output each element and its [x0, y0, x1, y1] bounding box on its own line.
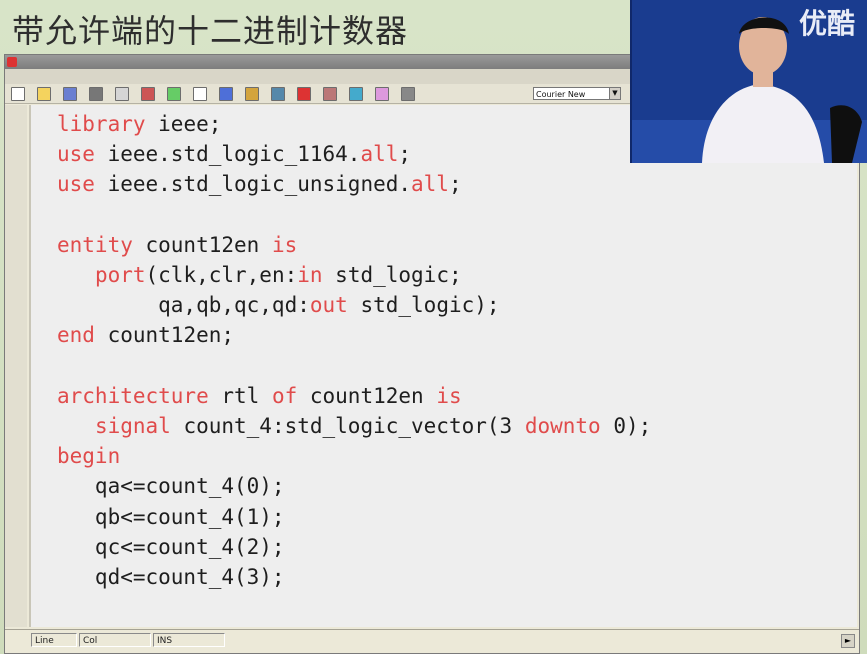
status-col-label: Col: [83, 636, 98, 646]
help-icon[interactable]: [219, 87, 233, 101]
code-keyword: all: [411, 172, 449, 197]
code-line: library ieee;: [57, 109, 221, 139]
status-col-field: Col: [79, 633, 151, 647]
code-editor[interactable]: library ieee; use ieee.std_logic_1164.all…: [29, 105, 857, 627]
code-text: std_logic);: [347, 293, 500, 318]
code-line: use ieee.std_logic_1164.all;: [57, 139, 411, 169]
code-keyword: out: [309, 293, 348, 318]
code-text: ieee.std_logic_1164.: [94, 142, 361, 167]
code-text: ieee;: [145, 112, 222, 136]
code-keyword: use: [57, 172, 95, 197]
code-keyword: is: [436, 383, 462, 408]
code-keyword: use: [57, 142, 95, 167]
cut-icon[interactable]: [115, 87, 129, 101]
code-line: architecture rtl of count12en is: [57, 381, 462, 411]
status-line-label: Line: [35, 636, 54, 646]
code-line: qa,qb,qc,qd:out std_logic);: [57, 290, 500, 320]
code-text: qc<=count_4(2);: [57, 534, 285, 559]
code-keyword: architecture: [57, 383, 209, 408]
status-ins-label: INS: [157, 636, 173, 646]
code-keyword: downto: [524, 414, 601, 438]
code-text: std_logic;: [322, 263, 462, 287]
code-text: ;: [448, 172, 462, 197]
code-keyword: port: [94, 263, 146, 287]
status-line-field: Line: [31, 633, 77, 647]
font-select[interactable]: Courier New ▼: [533, 87, 621, 100]
window-icon[interactable]: [375, 87, 389, 101]
code-text: rtl: [208, 383, 272, 408]
code-text: count_4:std_logic_vector(3: [170, 414, 525, 438]
code-text: ;: [398, 142, 412, 167]
code-text: qd<=count_4(3);: [57, 565, 285, 589]
code-text: ieee.std_logic_unsigned.: [94, 172, 412, 197]
font-select-value: Courier New: [536, 90, 586, 99]
open-icon[interactable]: [37, 87, 51, 101]
stop-icon[interactable]: [297, 87, 311, 101]
scroll-right-button[interactable]: ►: [841, 634, 855, 648]
settings-icon[interactable]: [401, 87, 415, 101]
code-keyword: in: [297, 263, 323, 287]
code-keyword: is: [271, 232, 298, 257]
app-icon: [7, 57, 17, 67]
code-keyword: of: [271, 383, 298, 408]
undo-icon[interactable]: [193, 87, 207, 101]
code-text: count12en: [132, 232, 272, 257]
code-line: end count12en;: [57, 320, 234, 350]
code-line: use ieee.std_logic_unsigned.all;: [57, 169, 462, 199]
code-keyword: entity: [57, 232, 133, 257]
print-icon[interactable]: [89, 87, 103, 101]
code-keyword: end: [57, 323, 95, 348]
status-ins-field: INS: [153, 633, 225, 647]
code-text: qa,qb,qc,qd:: [57, 293, 310, 318]
code-text: qa<=count_4(0);: [57, 474, 285, 499]
code-line: qd<=count_4(3);: [57, 562, 285, 592]
code-text: count12en: [297, 383, 437, 408]
code-keyword: begin: [57, 444, 121, 469]
code-keyword: all: [360, 142, 399, 167]
code-line: signal count_4:std_logic_vector(3 downto…: [57, 411, 651, 441]
code-line: port(clk,clr,en:in std_logic;: [57, 260, 462, 290]
breakpoint-icon[interactable]: [349, 87, 363, 101]
code-line: entity count12en is: [57, 230, 297, 260]
slide-title: 带允许端的十二进制计数器: [12, 12, 409, 50]
lecturer-video-overlay: 优酷: [630, 0, 867, 163]
code-line: qc<=count_4(2);: [57, 532, 285, 562]
code-keyword: library: [57, 112, 146, 136]
code-text: 0);: [600, 414, 652, 438]
code-line: qa<=count_4(0);: [57, 471, 285, 501]
code-keyword: signal: [94, 414, 171, 438]
code-text: qb<=count_4(1);: [57, 504, 285, 529]
save-icon[interactable]: [63, 87, 77, 101]
new-file-icon[interactable]: [11, 87, 25, 101]
code-text: count12en;: [94, 323, 235, 348]
code-line: begin: [57, 441, 120, 471]
copy-icon[interactable]: [141, 87, 155, 101]
code-text: (clk,clr,en:: [145, 263, 298, 287]
run-icon[interactable]: [271, 87, 285, 101]
debug-icon[interactable]: [323, 87, 337, 101]
status-bar: Line Col INS ►: [5, 629, 859, 652]
compile-icon[interactable]: [245, 87, 259, 101]
video-logo: 优酷: [798, 7, 855, 40]
chevron-down-icon[interactable]: ▼: [609, 88, 620, 99]
paste-icon[interactable]: [167, 87, 181, 101]
code-line: qb<=count_4(1);: [57, 502, 285, 532]
editor-gutter: [5, 105, 27, 627]
